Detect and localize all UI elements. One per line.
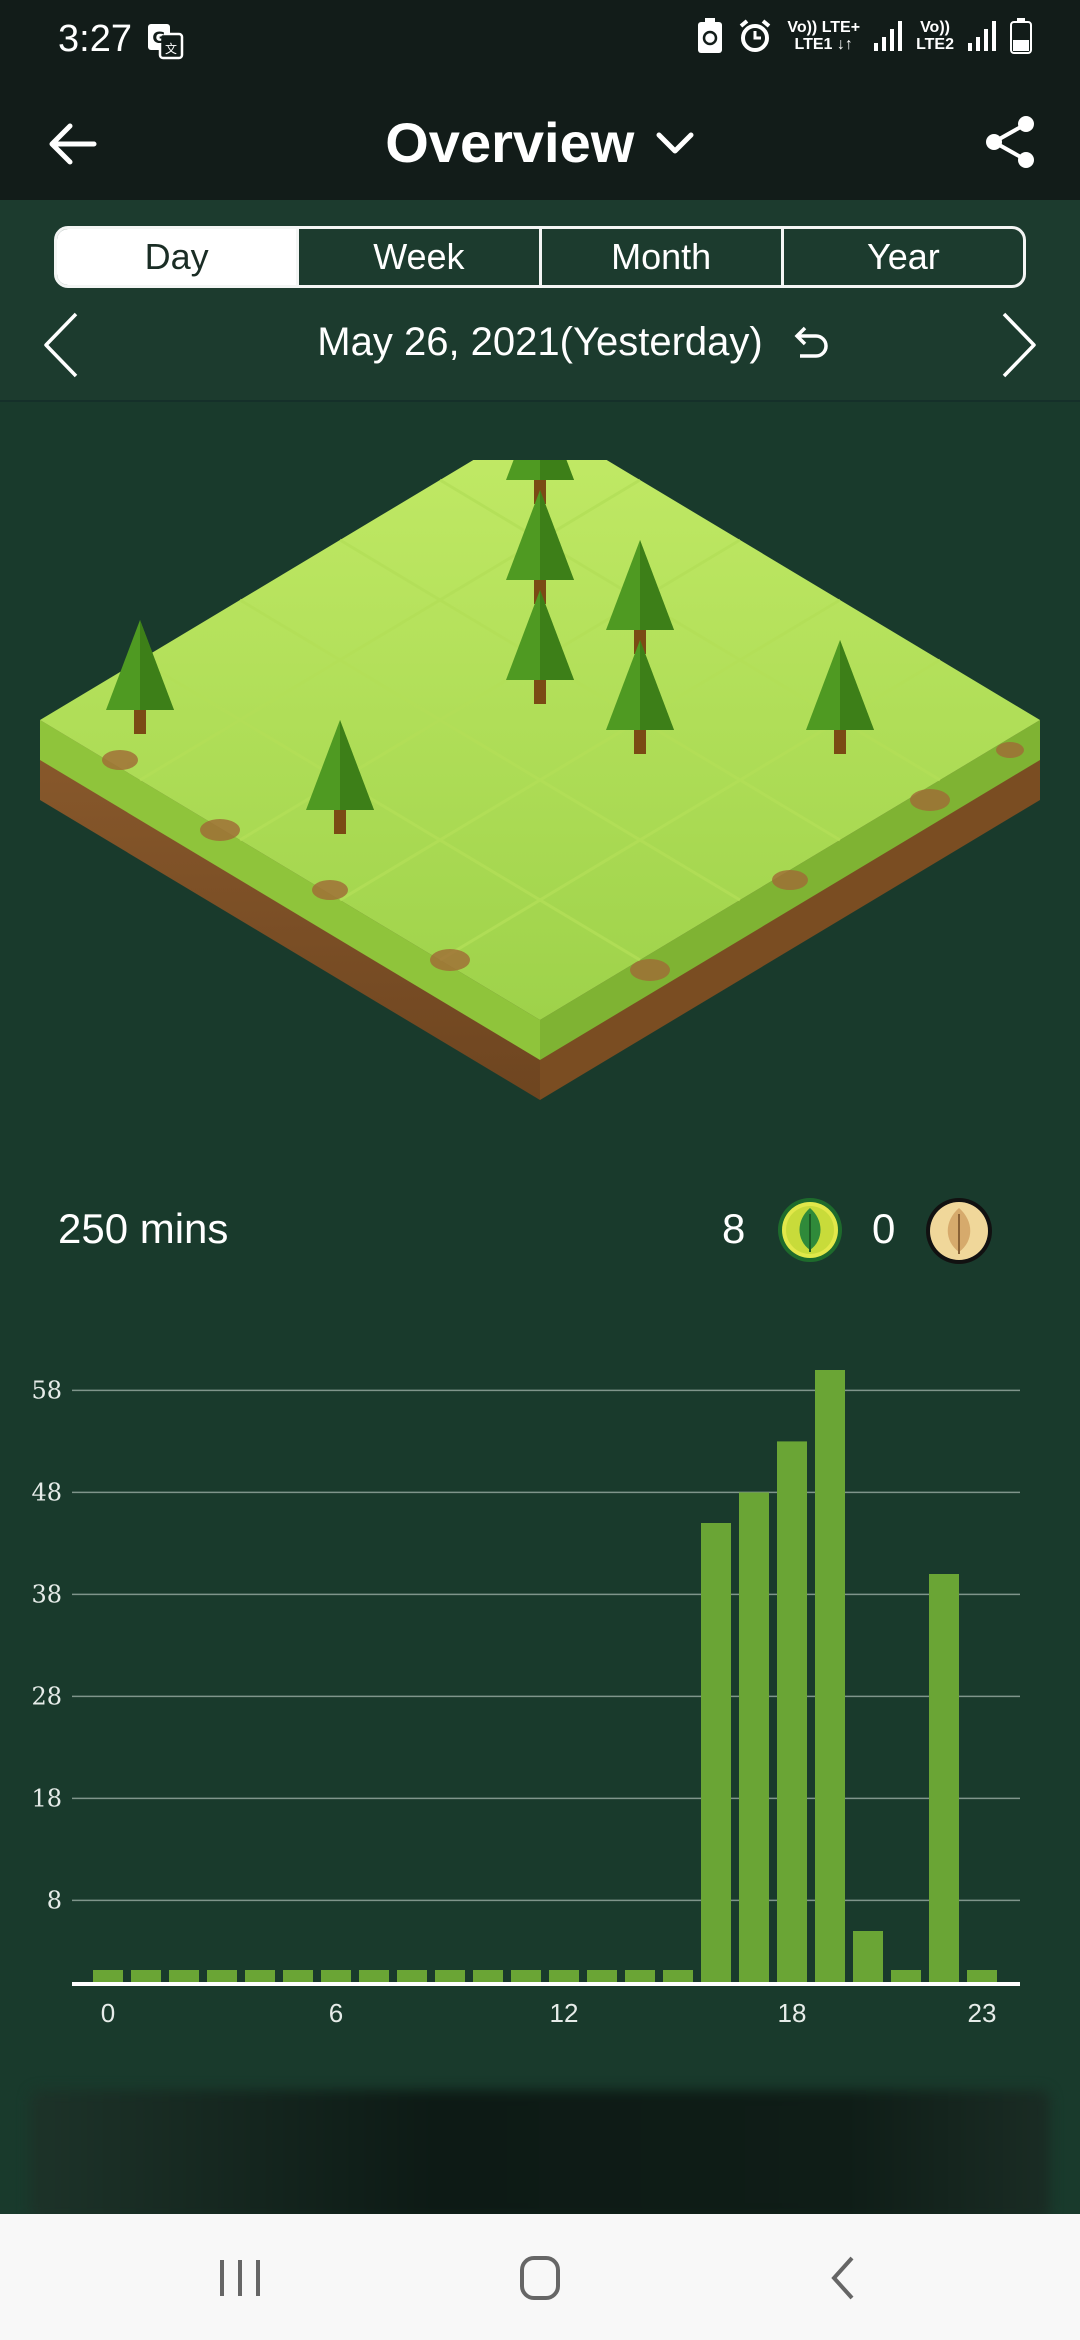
bar-hour-14: [625, 1970, 655, 1982]
tab-month[interactable]: Month: [542, 229, 784, 285]
share-icon[interactable]: [980, 112, 1040, 172]
period-header: Day Week Month Year May 26, 2021(Yesterd…: [0, 200, 1080, 402]
status-icons: Vo)) LTE+ LTE1 ↓↑ Vo)) LTE2: [697, 18, 1032, 54]
next-date-icon[interactable]: [996, 310, 1040, 380]
bar-hour-3: [207, 1970, 237, 1982]
healthy-tree-leaf-icon: [778, 1198, 842, 1262]
overview-dropdown[interactable]: Overview: [0, 110, 1080, 175]
home-icon[interactable]: [500, 2250, 580, 2306]
bar-hour-4: [245, 1970, 275, 1982]
sim2-network: Vo)) LTE2: [916, 19, 954, 53]
bar-hour-18: [777, 1441, 807, 1982]
recent-apps-icon[interactable]: [200, 2250, 280, 2306]
y-tick-label: 48: [31, 1478, 62, 1506]
dead-tree-leaf-icon: [926, 1198, 992, 1264]
signal-icon-sim1: [874, 21, 903, 51]
bar-hour-2: [169, 1970, 199, 1982]
app-bar: Overview: [0, 84, 1080, 200]
translate-icon: G 文: [148, 24, 184, 60]
bar-hour-20: [853, 1931, 883, 1982]
x-tick-label: 23: [968, 1998, 997, 2028]
y-tick-label: 8: [47, 1886, 62, 1914]
bar-hour-17: [739, 1492, 769, 1982]
hourly-focus-chart: 8 18 28 38 48 58 0 6 12 18 23: [31, 1370, 1020, 2028]
status-bar: 3:27 G 文 Vo)) LTE+ LTE1 ↓↑ Vo)) LTE2: [0, 0, 1080, 84]
sim1-network: Vo)) LTE+ LTE1 ↓↑: [787, 19, 861, 53]
x-tick-label: 12: [550, 1998, 579, 2028]
bar-hour-7: [359, 1970, 389, 1982]
bar-hour-5: [283, 1970, 313, 1982]
bar-hour-1: [131, 1970, 161, 1982]
x-tick-label: 0: [101, 1998, 115, 2028]
signal-icon-sim2: [968, 21, 996, 51]
bar-hour-19: [815, 1370, 845, 1982]
status-time: 3:27: [58, 18, 132, 60]
system-navigation-bar: [0, 2214, 1080, 2340]
x-tick-label: 18: [778, 1998, 807, 2028]
bar-hour-9: [435, 1970, 465, 1982]
bar-hour-12: [549, 1970, 579, 1982]
date-label: May 26, 2021(Yesterday): [317, 320, 763, 364]
bar-hour-6: [321, 1970, 351, 1982]
svg-text:文: 文: [165, 41, 177, 56]
bar-hour-15: [663, 1970, 693, 1982]
bar-hour-10: [473, 1970, 503, 1982]
y-tick-label: 28: [31, 1682, 62, 1710]
tab-year[interactable]: Year: [784, 229, 1023, 285]
page-title: Overview: [385, 111, 635, 174]
reset-date-icon[interactable]: [790, 324, 830, 360]
dead-tree-count: 0: [872, 1205, 896, 1252]
bar-hour-11: [511, 1970, 541, 1982]
x-tick-label: 6: [329, 1998, 343, 2028]
bar-hour-13: [587, 1970, 617, 1982]
bar-hour-23: [967, 1970, 997, 1982]
battery-icon: [1010, 18, 1032, 54]
tab-day[interactable]: Day: [57, 229, 300, 285]
svg-text:G: G: [152, 28, 165, 47]
healthy-tree-count: 8: [722, 1205, 746, 1252]
y-tick-label: 18: [31, 1784, 62, 1812]
period-tabs: Day Week Month Year: [54, 226, 1026, 288]
y-tick-label: 58: [31, 1376, 62, 1404]
date-navigator: May 26, 2021(Yesterday): [0, 304, 1080, 384]
tab-week[interactable]: Week: [299, 229, 542, 285]
bar-hour-16: [701, 1523, 731, 1982]
forest-illustration: [40, 460, 1040, 1100]
bar-hour-22: [929, 1574, 959, 1982]
alarm-icon: [740, 19, 771, 52]
bar-hour-0: [93, 1970, 123, 1982]
battery-saver-icon: [698, 18, 723, 53]
back-icon[interactable]: [806, 2250, 886, 2306]
chevron-down-icon: [656, 132, 694, 153]
bar-hour-21: [891, 1970, 921, 1982]
blurred-banner: [30, 2090, 1050, 2220]
y-tick-label: 38: [31, 1580, 62, 1608]
focus-minutes: 250 mins: [58, 1205, 229, 1252]
bar-hour-8: [397, 1970, 427, 1982]
